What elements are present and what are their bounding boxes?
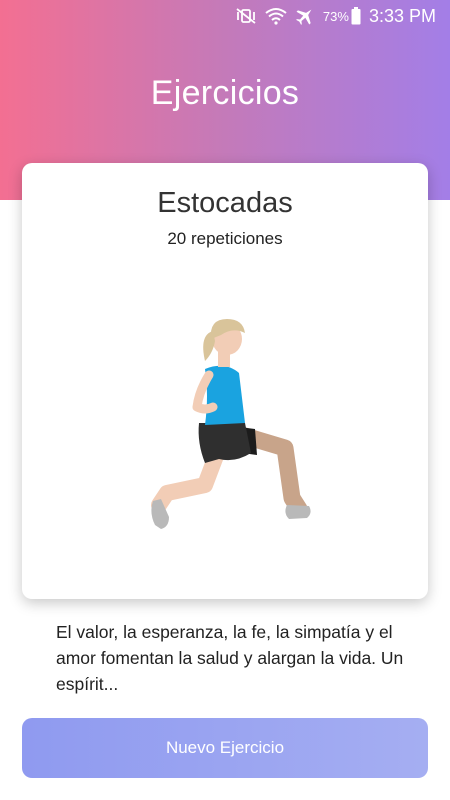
mute-vibrate-icon [235, 8, 257, 24]
app-screen: 73% 3:33 PM Ejercicios Estocadas 20 repe… [0, 0, 450, 800]
exercise-description: El valor, la esperanza, la fe, la simpat… [56, 622, 404, 694]
page-title: Ejercicios [150, 74, 300, 112]
status-time: 3:33 PM [368, 5, 436, 26]
airplane-icon [295, 6, 315, 26]
exercise-name: Estocadas [157, 187, 293, 219]
wifi-icon [265, 7, 287, 25]
exercise-card: Estocadas 20 repeticiones [22, 163, 428, 599]
new-exercise-button[interactable]: Nuevo Ejercicio [22, 718, 428, 778]
battery-percent: 73% [322, 8, 349, 24]
woman-lunge-illustration [151, 319, 311, 529]
battery-icon [351, 7, 361, 25]
status-bar: 73% 3:33 PM [0, 0, 450, 32]
exercise-repetitions: 20 repeticiones [167, 229, 283, 248]
